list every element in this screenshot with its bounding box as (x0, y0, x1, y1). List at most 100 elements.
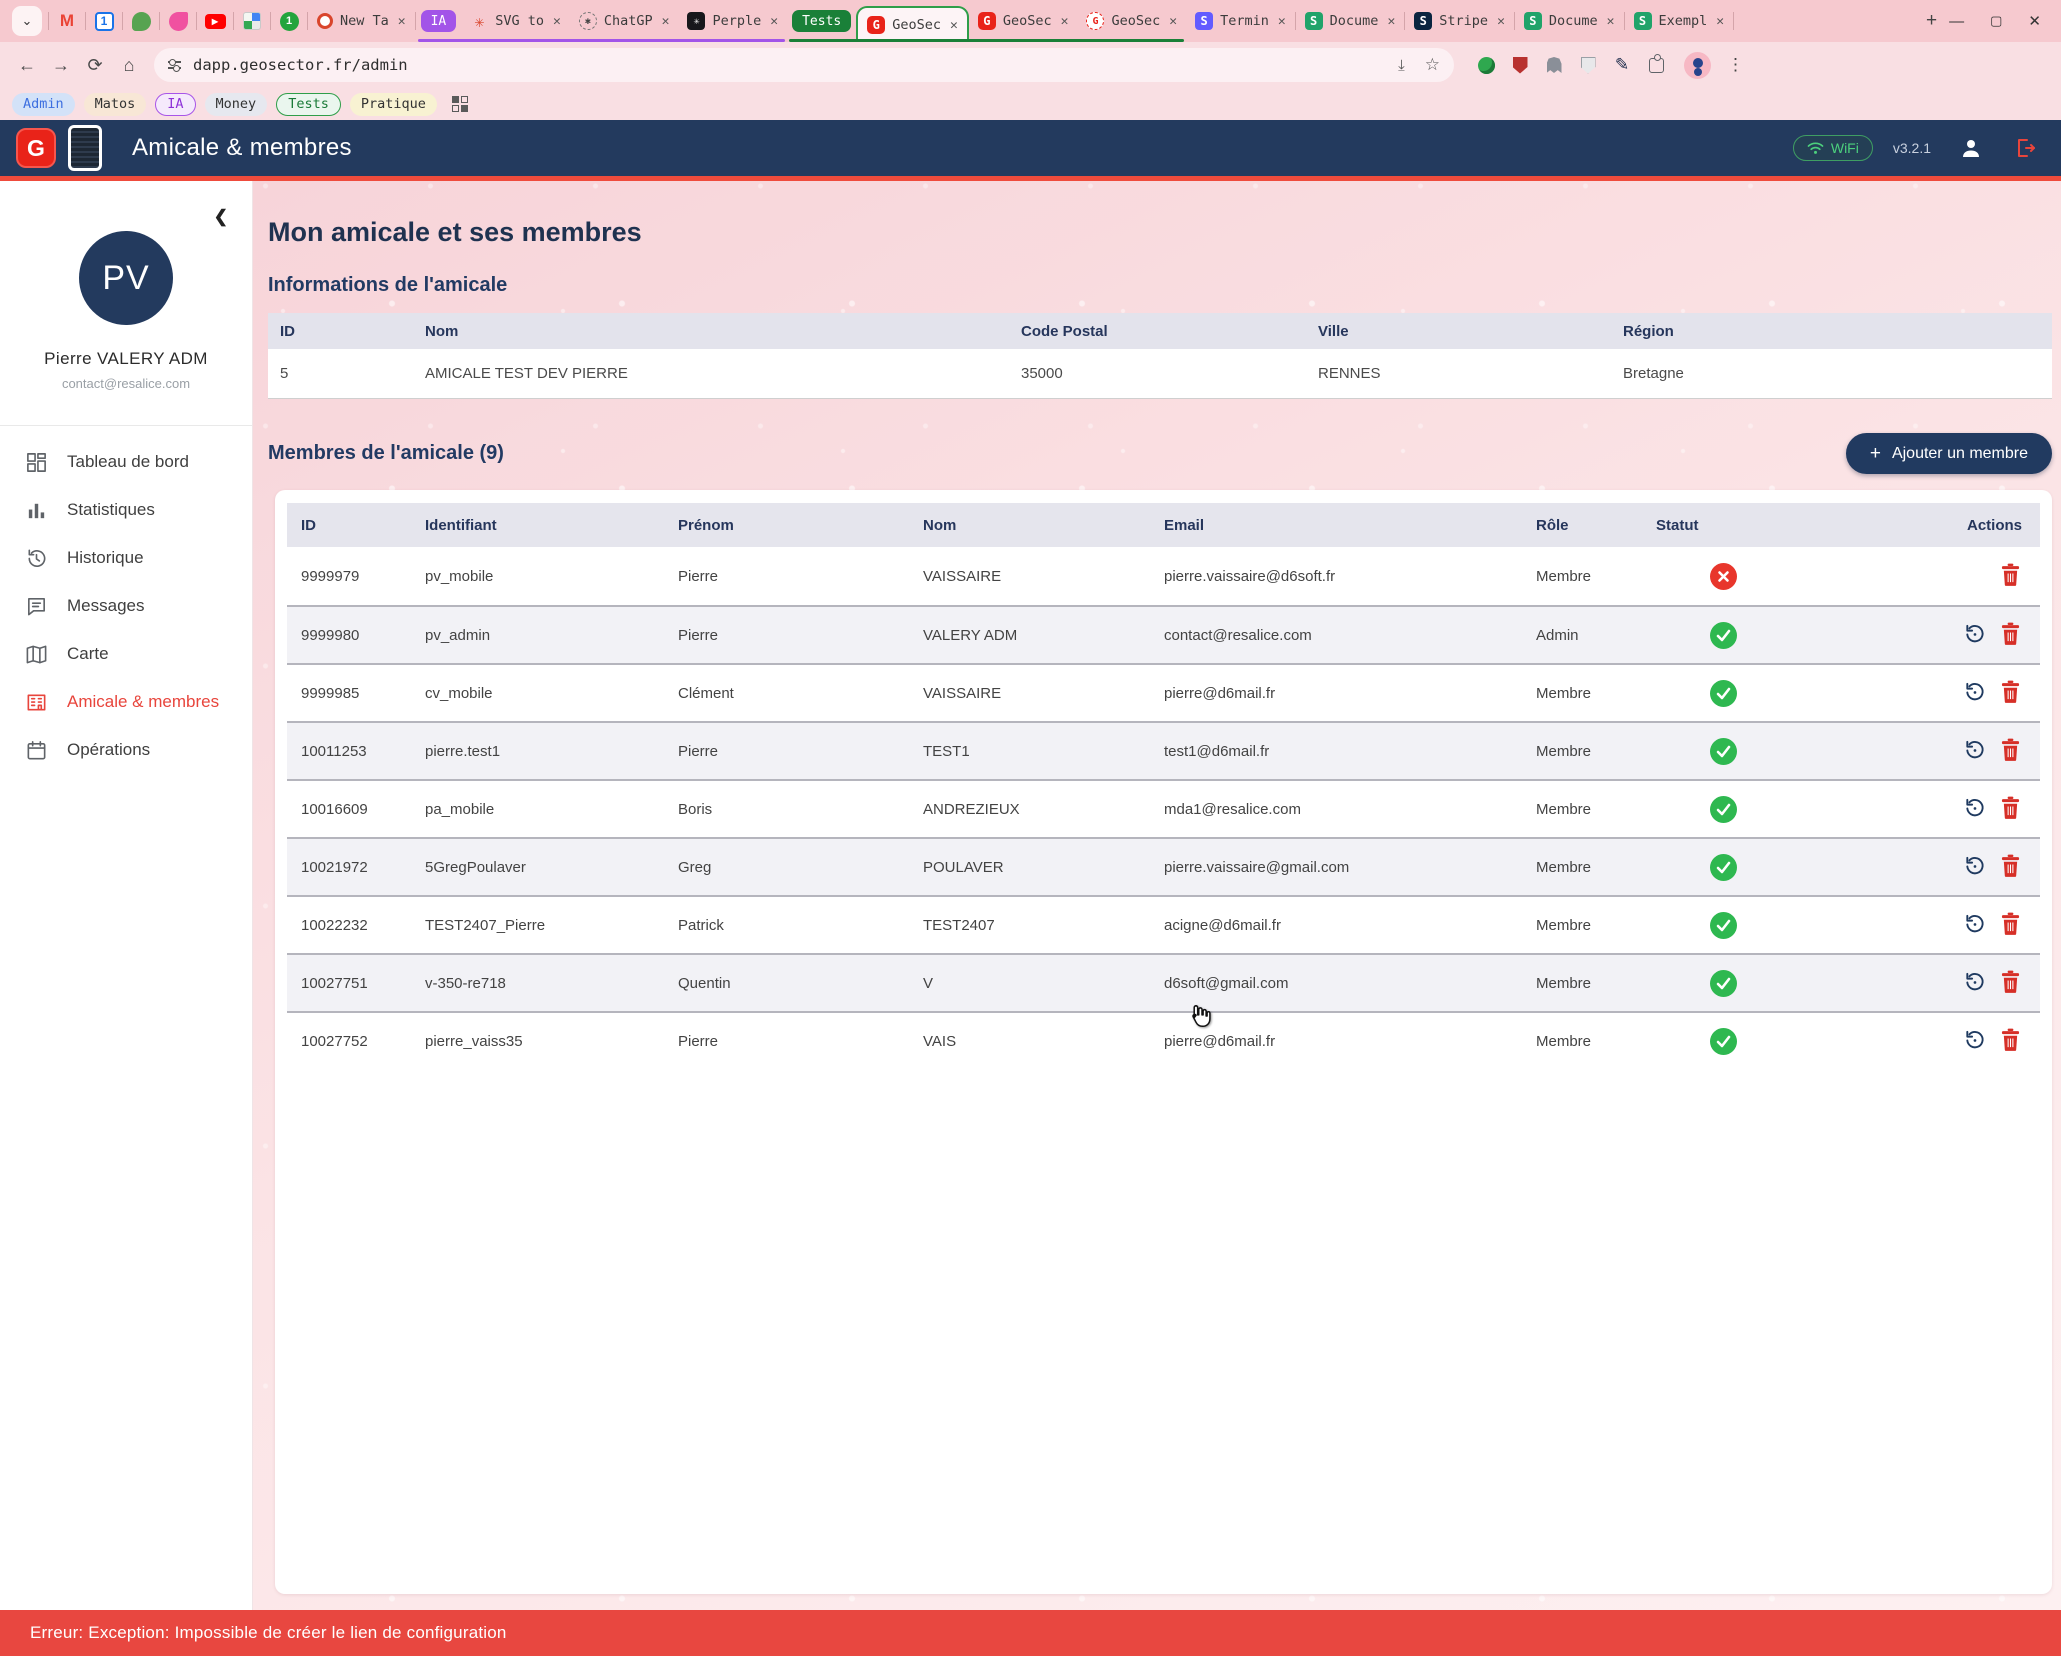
design-icon[interactable] (165, 8, 191, 34)
maps-icon[interactable] (239, 8, 265, 34)
install-app-icon[interactable]: ⤓ (1398, 57, 1405, 74)
tab-close-icon[interactable]: ✕ (553, 14, 561, 29)
status-active-icon (1710, 912, 1737, 939)
app-header: G Amicale & membres WiFi v3.2.1 (0, 120, 2061, 176)
browser-tab[interactable]: STermin✕ (1186, 0, 1295, 42)
reload-icon[interactable]: ⟳ (78, 48, 112, 82)
delete-icon[interactable] (2001, 622, 2020, 649)
sidebar-collapse-icon[interactable]: ❮ (214, 207, 228, 227)
tab-close-icon[interactable]: ✕ (1061, 14, 1069, 29)
bookmark-pratique[interactable]: Pratique (350, 93, 437, 116)
tab-close-icon[interactable]: ✕ (398, 14, 406, 29)
restore-icon[interactable] (1963, 1028, 1986, 1055)
tab-title: Stripe (1439, 13, 1488, 29)
sidebar-item-messages[interactable]: Messages (0, 582, 252, 630)
tab-close-icon[interactable]: ✕ (662, 14, 670, 29)
tab-close-icon[interactable]: ✕ (950, 18, 958, 33)
tab-group-label-tests[interactable]: Tests (792, 10, 851, 32)
tab-close-icon[interactable]: ✕ (770, 14, 778, 29)
delete-icon[interactable] (2001, 1028, 2020, 1055)
new-tab-button[interactable]: + (1926, 10, 1937, 32)
browser-tab[interactable]: GGeoSec✕ (856, 6, 969, 42)
tab-close-icon[interactable]: ✕ (1716, 14, 1724, 29)
restore-icon[interactable] (1963, 622, 1986, 649)
delete-icon[interactable] (2001, 796, 2020, 823)
delete-icon[interactable] (2001, 563, 2020, 590)
restore-icon[interactable] (1963, 680, 1986, 707)
cell-identifiant: TEST2407_Pierre (425, 917, 678, 934)
youtube-icon[interactable]: ▶ (202, 8, 228, 34)
browser-tab[interactable]: ✳Perple✕ (678, 0, 787, 42)
site-info-icon[interactable] (168, 61, 181, 69)
delete-icon[interactable] (2001, 680, 2020, 707)
tab-search-button[interactable]: ⌄ (12, 6, 42, 36)
sidebar-item-op-rations[interactable]: Opérations (0, 726, 252, 774)
pen-extension-icon[interactable]: ✎ (1612, 55, 1632, 75)
browser-tab[interactable]: SDocume✕ (1515, 0, 1624, 42)
browser-profile-avatar[interactable] (1684, 52, 1711, 79)
url-text[interactable]: dapp.geosector.fr/admin (193, 56, 408, 74)
browser-tab[interactable]: GGeoSec✕ (1077, 0, 1186, 42)
delete-icon[interactable] (2001, 738, 2020, 765)
sidebar-item-historique[interactable]: Historique (0, 534, 252, 582)
shield-outline-extension-icon[interactable] (1578, 55, 1598, 75)
bookmark-matos[interactable]: Matos (84, 93, 147, 116)
cell-id: 10016609 (301, 801, 425, 818)
forward-icon[interactable]: → (44, 48, 78, 82)
browser-tab[interactable]: New Ta✕ (308, 0, 415, 42)
badge1-icon[interactable]: 1 (276, 8, 302, 34)
tab-close-icon[interactable]: ✕ (1497, 14, 1505, 29)
browser-tab[interactable]: SStripe✕ (1405, 0, 1514, 42)
gmail-icon[interactable]: M (54, 8, 80, 34)
sidebar-item-statistiques[interactable]: Statistiques (0, 486, 252, 534)
cell-prenom: Patrick (678, 917, 923, 934)
bookmark-ia[interactable]: IA (155, 93, 195, 116)
delete-icon[interactable] (2001, 854, 2020, 881)
close-icon[interactable]: ✕ (2028, 12, 2041, 30)
restore-icon[interactable] (1963, 912, 1986, 939)
info-col-header: Code Postal (1021, 323, 1318, 340)
nature-icon[interactable] (128, 8, 154, 34)
sidebar-item-amicale-membres[interactable]: Amicale & membres (0, 678, 252, 726)
bookmark-tests[interactable]: Tests (276, 93, 341, 116)
user-icon[interactable] (1959, 136, 1983, 160)
calendar-icon[interactable]: 1 (91, 8, 117, 34)
shield-extension-icon[interactable] (1510, 55, 1530, 75)
tab-close-icon[interactable]: ✕ (1169, 14, 1177, 29)
browser-menu-icon[interactable]: ⋮ (1727, 55, 1745, 75)
sidebar-item-tableau-de-bord[interactable]: Tableau de bord (0, 438, 252, 486)
cell-email: pierre@d6mail.fr (1164, 685, 1536, 702)
tab-close-icon[interactable]: ✕ (1387, 14, 1395, 29)
bookmark-money[interactable]: Money (205, 93, 268, 116)
sidebar-item-carte[interactable]: Carte (0, 630, 252, 678)
minimize-icon[interactable]: — (1949, 13, 1964, 30)
logout-icon[interactable] (2013, 136, 2037, 160)
browser-tab[interactable]: ✱ChatGP✕ (570, 0, 679, 42)
cell-role: Membre (1536, 859, 1656, 876)
tab-group-label-ia[interactable]: IA (421, 10, 457, 32)
restore-icon[interactable] (1963, 854, 1986, 881)
bookmark-admin[interactable]: Admin (12, 93, 75, 116)
cell-identifiant: pa_mobile (425, 801, 678, 818)
restore-icon[interactable] (1963, 970, 1986, 997)
delete-icon[interactable] (2001, 912, 2020, 939)
ghost-extension-icon[interactable] (1544, 55, 1564, 75)
home-icon[interactable]: ⌂ (112, 48, 146, 82)
add-member-button[interactable]: + Ajouter un membre (1846, 433, 2052, 474)
browser-tab[interactable]: ✳SVG to✕ (461, 0, 570, 42)
browser-tab[interactable]: SDocume✕ (1296, 0, 1405, 42)
browser-tab[interactable]: SExempl✕ (1625, 0, 1734, 42)
restore-icon[interactable] (1963, 796, 1986, 823)
maximize-icon[interactable]: ▢ (1990, 13, 2002, 29)
browser-tab[interactable]: GGeoSec✕ (969, 0, 1078, 42)
restore-icon[interactable] (1963, 738, 1986, 765)
bookmark-star-icon[interactable]: ☆ (1425, 55, 1440, 75)
puzzle-extension-icon[interactable] (1646, 55, 1666, 75)
apps-grid-icon[interactable] (452, 96, 468, 112)
tab-close-icon[interactable]: ✕ (1607, 14, 1615, 29)
delete-icon[interactable] (2001, 970, 2020, 997)
tab-close-icon[interactable]: ✕ (1278, 14, 1286, 29)
address-bar[interactable]: dapp.geosector.fr/admin ⤓ ☆ (154, 48, 1454, 82)
back-icon[interactable]: ← (10, 48, 44, 82)
globe-extension-icon[interactable] (1476, 55, 1496, 75)
